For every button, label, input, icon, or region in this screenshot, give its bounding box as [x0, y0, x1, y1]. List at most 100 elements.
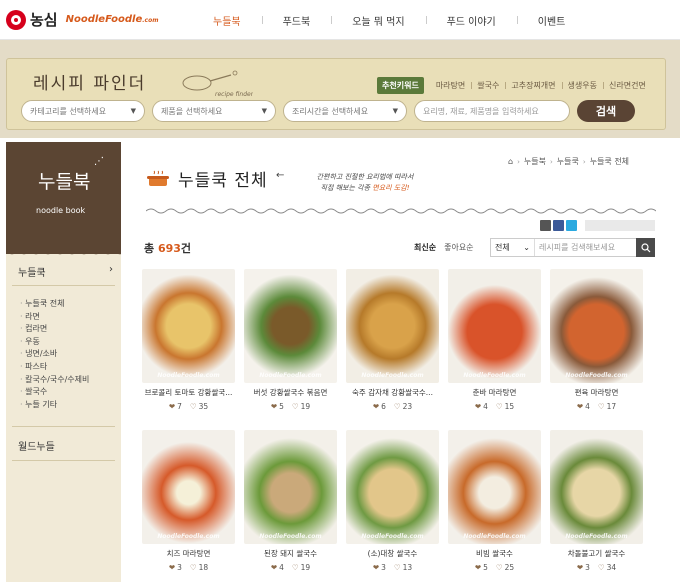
recipe-name[interactable]: 치즈 마라탕면 — [142, 548, 235, 559]
recipe-card[interactable]: NoodleFoodle.com 비빔 쌀국수 ❤ 5 ♡ 25 — [448, 430, 541, 572]
breadcrumb-sep: › — [582, 157, 586, 166]
recipe-finder: 레시피 파인더 recipe finder 추천키워드 마라탕면 쌀국수 고추장… — [6, 58, 666, 130]
recipe-name[interactable]: 춘바 마라탕면 — [448, 387, 541, 398]
recipe-card[interactable]: NoodleFoodle.com (소)대창 쌀국수 ❤ 3 ♡ 13 — [346, 430, 439, 572]
scope-select[interactable]: 전체 ⌄ — [491, 239, 535, 256]
nav-event[interactable]: 이벤트 — [516, 13, 587, 28]
recipe-thumbnail[interactable]: NoodleFoodle.com — [448, 430, 541, 544]
like-count: ♡ 17 — [597, 402, 617, 411]
recipe-thumbnail[interactable]: NoodleFoodle.com — [142, 430, 235, 544]
recipe-thumbnail[interactable]: NoodleFoodle.com — [346, 430, 439, 544]
comment-icon: ❤ — [576, 563, 584, 572]
recipe-name[interactable]: 차돌불고기 쌀국수 — [550, 548, 643, 559]
recipe-name[interactable]: 숙주 감자채 강황쌀국수... — [346, 387, 439, 398]
like-icon: ♡ — [597, 563, 605, 572]
brand-sub-text: NoodleFoodle — [65, 14, 143, 25]
recipe-thumbnail[interactable]: NoodleFoodle.com — [346, 269, 439, 383]
finder-band: 레시피 파인더 recipe finder 추천키워드 마라탕면 쌀국수 고추장… — [0, 40, 680, 138]
sidebar-item-naengmyeon[interactable]: 냉면/소바 — [20, 348, 89, 361]
recipe-card[interactable]: NoodleFoodle.com 버섯 강황쌀국수 볶음면 ❤ 5 ♡ 19 — [244, 269, 337, 411]
twitter-icon[interactable] — [566, 220, 577, 231]
recipe-name[interactable]: 버섯 강황쌀국수 볶음면 — [244, 387, 337, 398]
sidebar-item-rice-noodle[interactable]: 쌀국수 — [20, 386, 89, 399]
home-icon[interactable]: ⌂ — [508, 157, 513, 166]
like-count: ♡ 15 — [495, 402, 515, 411]
finder-search-button[interactable]: 검색 — [577, 100, 635, 122]
sidebar-item-ramen[interactable]: 라면 — [20, 311, 89, 324]
recipe-card[interactable]: NoodleFoodle.com 숙주 감자채 강황쌀국수... ❤ 6 ♡ 23 — [346, 269, 439, 411]
note-line-2b: 면요리 도감! — [372, 184, 410, 192]
nav-noodle-book[interactable]: 누들북 — [192, 13, 262, 28]
keyword-link[interactable]: 마라탕면 — [430, 80, 471, 91]
recipe-card[interactable]: NoodleFoodle.com 된장 돼지 쌀국수 ❤ 4 ♡ 19 — [244, 430, 337, 572]
watermark: NoodleFoodle.com — [463, 372, 526, 379]
recipe-name[interactable]: 된장 돼지 쌀국수 — [244, 548, 337, 559]
recipe-search-bar: 전체 ⌄ 레시피를 검색해보세요 — [490, 238, 655, 257]
recipe-thumbnail[interactable]: NoodleFoodle.com — [244, 269, 337, 383]
like-count: ♡ 19 — [291, 563, 311, 572]
recipe-name[interactable]: 브로콜리 토마토 강황쌀국... — [142, 387, 235, 398]
recipe-thumbnail[interactable]: NoodleFoodle.com — [244, 430, 337, 544]
sidebar-item-udon[interactable]: 우동 — [20, 336, 89, 349]
total-count: 총 693건 — [144, 240, 191, 256]
print-icon[interactable] — [540, 220, 551, 231]
category-select[interactable]: 카테고리를 선택하세요 ▼ — [21, 100, 145, 122]
recipe-card[interactable]: NoodleFoodle.com 편육 마라탕면 ❤ 4 ♡ 17 — [550, 269, 643, 411]
facebook-icon[interactable] — [553, 220, 564, 231]
comment-icon: ❤ — [168, 563, 176, 572]
recipe-stats: ❤ 7 ♡ 35 — [142, 402, 235, 411]
recipe-card[interactable]: NoodleFoodle.com 차돌불고기 쌀국수 ❤ 3 ♡ 34 — [550, 430, 643, 572]
nav-today-menu[interactable]: 오늘 뭐 먹지 — [331, 13, 425, 28]
sidebar-item-all[interactable]: 누들쿡 전체 — [20, 298, 89, 311]
share-buttons — [540, 220, 577, 231]
divider — [12, 460, 115, 461]
sidebar-item-kalguksu[interactable]: 칼국수/국수/수제비 — [20, 374, 89, 387]
recipe-thumbnail[interactable]: NoodleFoodle.com — [550, 430, 643, 544]
share-url-box[interactable] — [585, 220, 655, 231]
product-select[interactable]: 제품을 선택하세요 ▼ — [152, 100, 276, 122]
keyword-link[interactable]: 쌀국수 — [471, 80, 505, 91]
breadcrumb-item[interactable]: 누들북 — [524, 156, 546, 167]
chevron-right-icon: › — [109, 264, 113, 275]
recipe-name[interactable]: 비빔 쌀국수 — [448, 548, 541, 559]
sidebar-item-etc[interactable]: 누들 기타 — [20, 399, 89, 412]
sort-likes[interactable]: 좋아요순 — [444, 242, 473, 253]
recipe-name[interactable]: (소)대창 쌀국수 — [346, 548, 439, 559]
recipe-search-input[interactable]: 레시피를 검색해보세요 — [535, 242, 636, 253]
sidebar-item-cup-ramen[interactable]: 컵라면 — [20, 323, 89, 336]
sidebar-section-noodle-cook[interactable]: 누들쿡 › — [18, 264, 113, 279]
comment-count: ❤ 3 — [576, 563, 590, 572]
sidebar-section-world-noodle[interactable]: 월드누들 — [18, 438, 55, 453]
recipe-card[interactable]: NoodleFoodle.com 춘바 마라탕면 ❤ 4 ♡ 15 — [448, 269, 541, 411]
cook-time-select[interactable]: 조리시간을 선택하세요 ▼ — [283, 100, 407, 122]
search-icon[interactable] — [636, 238, 655, 257]
like-icon: ♡ — [597, 402, 605, 411]
recipe-stats: ❤ 3 ♡ 34 — [550, 563, 643, 572]
sparkle-icon: ⋰ — [94, 156, 104, 167]
sidebar-title: 누들북 — [38, 171, 91, 193]
comment-icon: ❤ — [474, 563, 482, 572]
recipe-card[interactable]: NoodleFoodle.com 브로콜리 토마토 강황쌀국... ❤ 7 ♡ 35 — [142, 269, 235, 411]
like-icon: ♡ — [189, 402, 197, 411]
finder-search-input[interactable]: 요리명, 재료, 제품명을 입력하세요 — [414, 100, 570, 122]
main-nav: 누들북 푸드북 오늘 뭐 먹지 푸드 이야기 이벤트 — [192, 0, 586, 40]
sort-latest[interactable]: 최신순 — [414, 242, 436, 253]
sidebar-item-pasta[interactable]: 파스타 — [20, 361, 89, 374]
nav-food-story[interactable]: 푸드 이야기 — [425, 13, 517, 28]
recipe-card[interactable]: NoodleFoodle.com 치즈 마라탕면 ❤ 3 ♡ 18 — [142, 430, 235, 572]
keyword-link[interactable]: 생생우동 — [561, 80, 603, 91]
recipe-thumbnail[interactable]: NoodleFoodle.com — [448, 269, 541, 383]
comment-icon: ❤ — [474, 402, 482, 411]
nav-food-book[interactable]: 푸드북 — [261, 13, 332, 28]
recipe-thumbnail[interactable]: NoodleFoodle.com — [550, 269, 643, 383]
breadcrumb-item[interactable]: 누들쿡 — [557, 156, 579, 167]
logo[interactable]: 농심 NoodleFoodle.com — [6, 9, 158, 30]
recipe-thumbnail[interactable]: NoodleFoodle.com — [142, 269, 235, 383]
watermark: NoodleFoodle.com — [361, 372, 424, 379]
finder-deco-caption: recipe finder — [215, 91, 254, 98]
recipe-name[interactable]: 편육 마라탕면 — [550, 387, 643, 398]
keyword-link[interactable]: 신라면건면 — [602, 80, 652, 91]
keyword-link[interactable]: 고추장찌개면 — [505, 80, 561, 91]
recipe-stats: ❤ 5 ♡ 19 — [244, 402, 337, 411]
recipe-stats: ❤ 3 ♡ 13 — [346, 563, 439, 572]
